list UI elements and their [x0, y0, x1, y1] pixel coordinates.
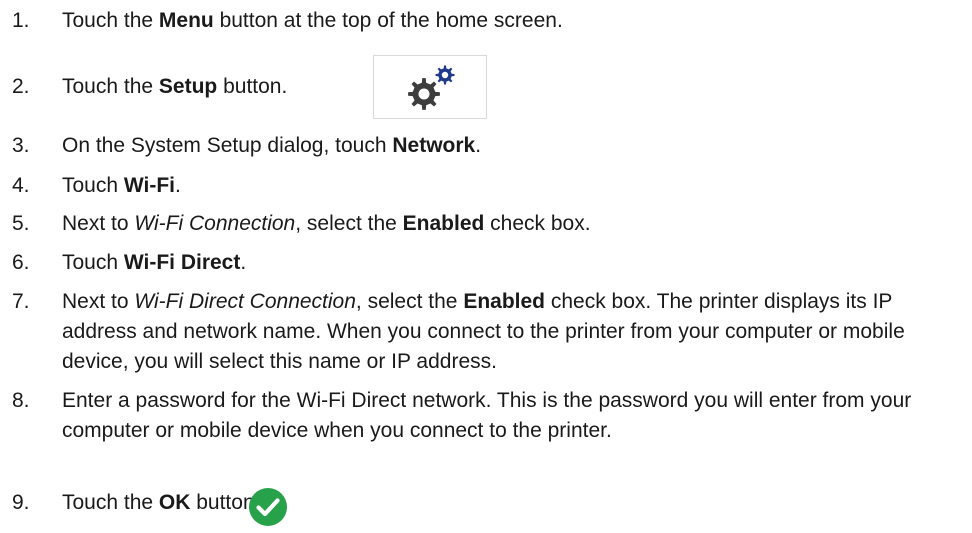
bold-ui-term: Network	[392, 134, 476, 157]
step-text: Next to Wi-Fi Direct Connection, select …	[62, 287, 967, 377]
step-text-run: button at the top of the home screen.	[213, 9, 563, 32]
step-text-run: Touch the	[62, 75, 159, 98]
step-text: Touch Wi-Fi.	[62, 171, 967, 201]
italic-setting-name: Wi-Fi Connection	[134, 212, 296, 235]
step-number: 6.	[12, 251, 30, 274]
bold-ui-term: Enabled	[402, 212, 485, 235]
step-number: 1.	[12, 9, 30, 32]
step-text-run: Touch the	[62, 9, 159, 32]
step-number: 3.	[12, 134, 30, 157]
step-text-run: Next to	[62, 212, 135, 235]
step-number: 4.	[12, 174, 30, 197]
step-text-run: Enter a password for the Wi-Fi Direct ne…	[62, 389, 912, 442]
step-text: Touch the Setup button.	[62, 72, 967, 102]
setup-button-image	[373, 55, 487, 119]
step-text-run: .	[240, 251, 247, 274]
step-text: Touch Wi-Fi Direct.	[62, 248, 967, 278]
step-number: 5.	[12, 212, 30, 235]
bold-ui-term: Wi-Fi Direct	[123, 251, 241, 274]
bold-ui-term: Menu	[158, 9, 214, 32]
gears-icon	[408, 65, 455, 110]
step-number: 8.	[12, 389, 30, 412]
step-text-run: , select the	[355, 290, 464, 313]
step-text-run: Touch the	[62, 491, 159, 514]
checkmark-circle-icon	[249, 488, 287, 526]
step-text-run: .	[475, 134, 482, 157]
step-text: Enter a password for the Wi-Fi Direct ne…	[62, 386, 967, 446]
step-number: 9.	[12, 491, 30, 514]
step-text-run: button.	[217, 75, 288, 98]
step-text-run: Next to	[62, 290, 135, 313]
step-text-run: , select the	[295, 212, 403, 235]
step-text-run: Touch	[62, 174, 124, 197]
bold-ui-term: Enabled	[463, 290, 545, 313]
bold-ui-term: OK	[158, 491, 191, 514]
step-text: Touch the Menu button at the top of the …	[62, 6, 967, 36]
step-text-run: Touch	[62, 251, 124, 274]
step-text: Next to Wi-Fi Connection, select the Ena…	[62, 209, 967, 239]
step-text-run: .	[175, 174, 181, 197]
step-text: On the System Setup dialog, touch Networ…	[62, 131, 967, 161]
step-number: 2.	[12, 75, 30, 98]
bold-ui-term: Wi-Fi	[123, 174, 176, 197]
step-text: Touch the OK button.	[62, 488, 967, 518]
step-number: 7.	[12, 290, 30, 313]
italic-setting-name: Wi-Fi Direct Connection	[134, 290, 356, 313]
step-text-run: check box.	[484, 212, 591, 235]
bold-ui-term: Setup	[158, 75, 218, 98]
step-text-run: On the System Setup dialog, touch	[62, 134, 393, 157]
